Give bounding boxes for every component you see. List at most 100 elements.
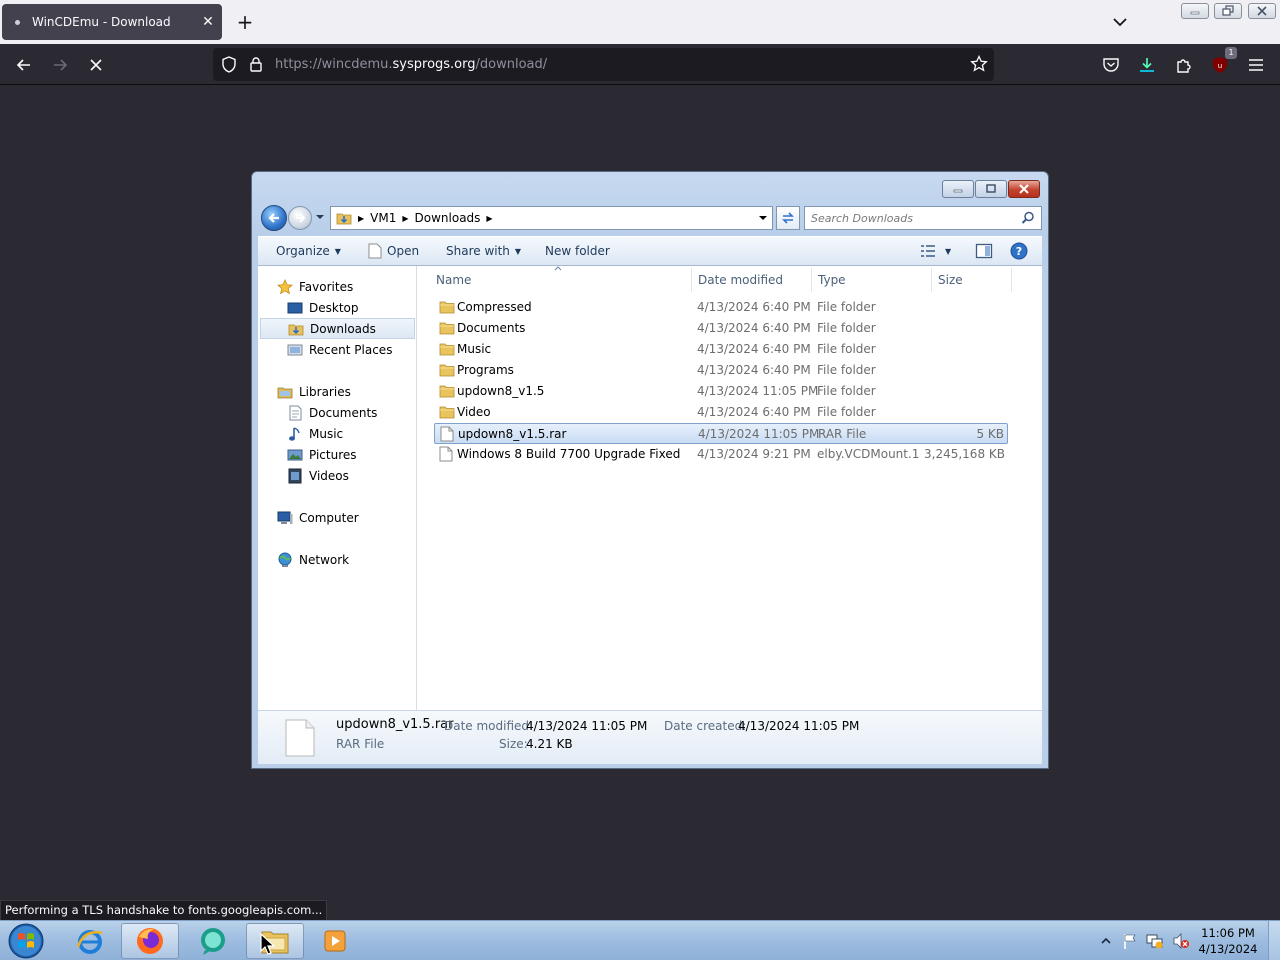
- list-all-tabs-button[interactable]: [1108, 10, 1132, 34]
- url-domain: sysprogs.org: [392, 57, 476, 72]
- network-status-icon[interactable]: [1146, 932, 1164, 950]
- nav-documents[interactable]: Documents: [258, 402, 416, 423]
- nav-libraries[interactable]: Libraries: [258, 381, 416, 402]
- lock-icon[interactable]: [249, 56, 263, 73]
- nav-pictures[interactable]: Pictures: [258, 444, 416, 465]
- change-view-button[interactable]: ▼: [920, 237, 951, 265]
- nav-computer[interactable]: Computer: [258, 507, 416, 528]
- column-header-date-modified[interactable]: Date modified: [692, 268, 812, 292]
- share-with-label: Share with: [446, 244, 510, 258]
- firefox-icon: [137, 928, 163, 954]
- show-desktop-button[interactable]: [1268, 921, 1280, 960]
- taskbar-windows-explorer[interactable]: [246, 923, 304, 959]
- stop-loading-button[interactable]: [83, 52, 109, 78]
- bookmark-star-icon[interactable]: [970, 55, 988, 73]
- details-filename: updown8_v1.5.rar: [336, 717, 454, 732]
- hamburger-menu-icon: [1249, 59, 1263, 71]
- tracking-protection-shield-icon[interactable]: [221, 56, 237, 73]
- volume-muted-icon[interactable]: [1172, 932, 1190, 950]
- help-button[interactable]: ?: [1010, 237, 1028, 265]
- file-row[interactable]: Music 4/13/2024 6:40 PM File folder: [434, 339, 1008, 360]
- file-type: RAR File: [818, 427, 867, 441]
- share-with-button[interactable]: Share with ▼: [446, 237, 521, 265]
- app-menu-button[interactable]: [1243, 52, 1269, 78]
- pocket-icon: [1103, 58, 1119, 72]
- details-date-modified: 4/13/2024 11:05 PM: [526, 719, 648, 733]
- explorer-forward-button[interactable]: [288, 206, 312, 230]
- breadcrumb-separator-icon[interactable]: ▶: [358, 214, 364, 223]
- taskbar-firefox[interactable]: [121, 923, 179, 959]
- explorer-maximize-button[interactable]: [975, 180, 1007, 198]
- downloads-button[interactable]: [1134, 52, 1160, 78]
- pocket-button[interactable]: [1098, 52, 1124, 78]
- arrow-left-icon: [16, 59, 30, 71]
- recent-pages-dropdown-icon[interactable]: [315, 213, 325, 221]
- desktop-icon: [286, 300, 304, 316]
- navigation-pane: Favorites Desktop Downloads Recent Place…: [258, 266, 417, 710]
- search-box[interactable]: [804, 206, 1042, 230]
- url-text[interactable]: https://wincdemu.sysprogs.org/download/: [275, 57, 547, 72]
- taskbar-internet-explorer[interactable]: [61, 923, 119, 959]
- extensions-button[interactable]: [1171, 52, 1197, 78]
- refresh-button[interactable]: [776, 206, 800, 230]
- file-row-selected[interactable]: updown8_v1.5.rar 4/13/2024 11:05 PM RAR …: [434, 423, 1008, 444]
- nav-videos[interactable]: Videos: [258, 465, 416, 486]
- browser-close-button[interactable]: [1248, 3, 1276, 19]
- details-size: 4.21 KB: [526, 737, 573, 751]
- nav-desktop[interactable]: Desktop: [258, 297, 416, 318]
- address-history-dropdown-icon[interactable]: [758, 214, 768, 222]
- search-input[interactable]: [811, 210, 1011, 226]
- pictures-icon: [286, 447, 304, 463]
- action-center-flag-icon[interactable]: [1122, 932, 1138, 950]
- folder-icon: [439, 406, 455, 419]
- browser-tab-active[interactable]: WinCDEmu - Download ✕: [2, 4, 222, 40]
- show-hidden-icons-chevron-up-icon[interactable]: [1100, 936, 1112, 946]
- explorer-back-button[interactable]: [261, 205, 287, 231]
- taskbar-chat-app[interactable]: [184, 923, 242, 959]
- nav-downloads[interactable]: Downloads: [260, 318, 415, 339]
- tab-close-icon[interactable]: ✕: [194, 14, 222, 30]
- open-button[interactable]: Open: [368, 237, 419, 265]
- new-tab-button[interactable]: +: [232, 8, 258, 36]
- search-icon[interactable]: [1021, 211, 1035, 225]
- url-bar[interactable]: https://wincdemu.sysprogs.org/download/: [213, 48, 994, 81]
- organize-button[interactable]: Organize ▼: [276, 237, 341, 265]
- breadcrumb-separator-icon[interactable]: ▶: [486, 214, 492, 223]
- nav-music[interactable]: Music: [258, 423, 416, 444]
- ublock-origin-button[interactable]: u 1: [1207, 47, 1237, 78]
- nav-network[interactable]: Network: [258, 549, 416, 570]
- preview-pane-button[interactable]: [975, 237, 993, 265]
- file-row[interactable]: updown8_v1.5 4/13/2024 11:05 PM File fol…: [434, 381, 1008, 402]
- nav-favorites[interactable]: Favorites: [258, 276, 416, 297]
- new-folder-button[interactable]: New folder: [545, 237, 610, 265]
- chevron-down-icon[interactable]: ▼: [945, 247, 951, 256]
- file-name: Compressed: [457, 300, 532, 314]
- internet-explorer-icon: [76, 930, 103, 954]
- browser-minimize-button[interactable]: [1181, 3, 1209, 19]
- url-path: /download/: [475, 57, 548, 72]
- back-button[interactable]: [11, 52, 37, 78]
- column-header-name[interactable]: Name: [430, 266, 692, 292]
- explorer-minimize-button[interactable]: [942, 180, 974, 198]
- file-row[interactable]: Compressed 4/13/2024 6:40 PM File folder: [434, 297, 1008, 318]
- breadcrumb-vm1[interactable]: VM1: [370, 211, 396, 225]
- taskbar-clock[interactable]: 11:06 PM 4/13/2024: [1196, 925, 1260, 957]
- nav-recent-places[interactable]: Recent Places: [258, 339, 416, 360]
- browser-restore-button[interactable]: [1214, 3, 1242, 19]
- file-row[interactable]: Video 4/13/2024 6:40 PM File folder: [434, 402, 1008, 423]
- breadcrumb-downloads[interactable]: Downloads: [415, 211, 481, 225]
- column-header-type[interactable]: Type: [812, 268, 932, 292]
- new-folder-label: New folder: [545, 244, 610, 258]
- file-row[interactable]: Programs 4/13/2024 6:40 PM File folder: [434, 360, 1008, 381]
- start-button[interactable]: [6, 922, 46, 960]
- forward-button[interactable]: [47, 52, 73, 78]
- address-bar[interactable]: ▶ VM1 ▶ Downloads ▶: [330, 206, 773, 230]
- taskbar-media-player[interactable]: [306, 923, 364, 959]
- breadcrumb-separator-icon[interactable]: ▶: [402, 214, 408, 223]
- documents-icon: [286, 405, 304, 421]
- file-row[interactable]: Windows 8 Build 7700 Upgrade Fixed Ver..…: [434, 444, 1008, 465]
- explorer-close-button[interactable]: [1008, 180, 1040, 198]
- column-header-size[interactable]: Size: [932, 268, 1012, 292]
- music-note-icon: [286, 426, 304, 442]
- file-row[interactable]: Documents 4/13/2024 6:40 PM File folder: [434, 318, 1008, 339]
